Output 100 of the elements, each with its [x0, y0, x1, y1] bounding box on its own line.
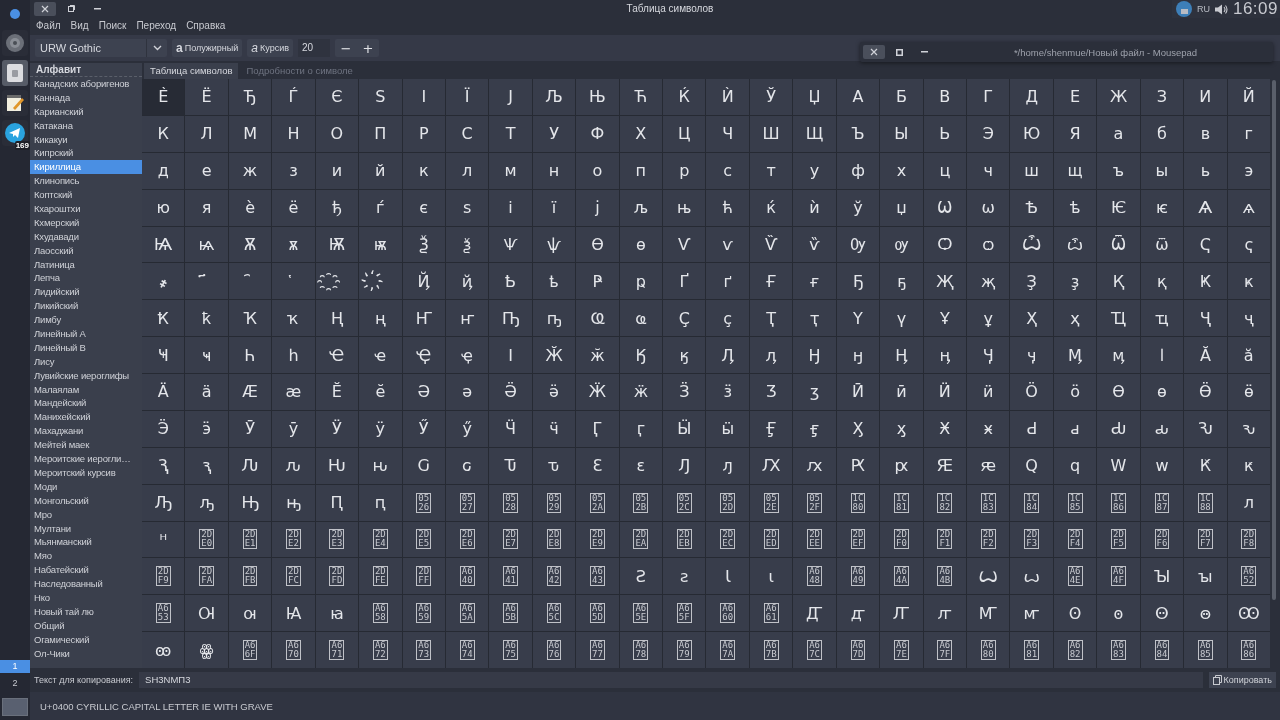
glyph-cell[interactable]: К [142, 115, 185, 152]
script-list-item[interactable]: Кхмерский [30, 215, 142, 230]
glyph-cell[interactable]: В [923, 79, 967, 115]
bold-button[interactable]: a Полужирный [172, 39, 243, 57]
script-list-item[interactable]: Лимбу [30, 313, 142, 328]
glyph-cell[interactable]: ң [359, 300, 402, 337]
missing-glyph-cell[interactable]: 2DE0 [185, 521, 228, 558]
glyph-cell[interactable]: н [532, 152, 576, 189]
missing-glyph-cell[interactable]: A64F [1097, 558, 1140, 595]
script-list-item[interactable]: Монгольский [30, 493, 142, 508]
glyph-cell[interactable]: Ҙ [1010, 263, 1053, 300]
glyph-cell[interactable]: ӄ [663, 337, 706, 373]
glyph-cell[interactable]: җ [967, 263, 1010, 300]
glyph-cell[interactable]: Ќ [663, 79, 706, 115]
glyph-cell[interactable]: д [142, 152, 185, 189]
glyph-cell[interactable]: Н [272, 115, 315, 152]
glyph-cell[interactable]: Т [489, 115, 532, 152]
glyph-cell[interactable]: ԏ [532, 447, 576, 484]
glyph-cell[interactable]: ѧ [1227, 189, 1270, 226]
glyph-cell[interactable]: Ӓ [142, 374, 185, 410]
missing-glyph-cell[interactable]: A660 [706, 595, 749, 632]
glyph-cell[interactable]: Һ [228, 337, 272, 373]
glyph-cell[interactable]: ї [532, 189, 576, 226]
menu-item[interactable]: Файл [36, 19, 61, 31]
missing-glyph-cell[interactable]: 052C [663, 484, 706, 521]
glyph-cell[interactable]: Ү [836, 300, 880, 337]
glyph-cell[interactable]: Ӫ [1184, 374, 1227, 410]
glyph-cell[interactable]: Ҷ [1184, 300, 1227, 337]
missing-glyph-cell[interactable]: 1C80 [836, 484, 880, 521]
glyph-cell[interactable]: ѕ [445, 189, 489, 226]
script-list-item[interactable]: Кхудавади [30, 229, 142, 244]
missing-glyph-cell[interactable]: A65E [619, 595, 663, 632]
glyph-cell[interactable]: ѩ [185, 226, 228, 263]
missing-glyph-cell[interactable]: A652 [1227, 558, 1270, 595]
glyph-cell[interactable]: Ꙇ [706, 558, 749, 595]
missing-glyph-cell[interactable]: 1C84 [1010, 484, 1053, 521]
glyph-cell[interactable]: Ꙭ [1227, 595, 1270, 632]
glyph-cell[interactable]: ҹ [185, 337, 228, 373]
glyph-cell[interactable]: Ҕ [836, 263, 880, 300]
glyph-cell[interactable]: И [1184, 79, 1227, 115]
glyph-cell[interactable]: ҍ [532, 263, 576, 300]
glyph-cell[interactable]: Ԗ [836, 447, 880, 484]
missing-glyph-cell[interactable]: 1C82 [923, 484, 967, 521]
missing-glyph-cell[interactable]: 1C81 [880, 484, 923, 521]
glyph-cell[interactable]: ҁ [1227, 226, 1270, 263]
missing-glyph-cell[interactable]: 2DE1 [228, 521, 272, 558]
glyph-cell[interactable]: ҈ [315, 263, 359, 300]
user-avatar-icon[interactable] [1175, 1, 1192, 17]
workspace-button[interactable]: 2 [0, 677, 30, 690]
glyph-cell[interactable]: ґ [706, 263, 749, 300]
missing-glyph-cell[interactable]: A675 [489, 632, 532, 668]
glyph-cell[interactable]: ԟ [1227, 447, 1270, 484]
glyph-cell[interactable]: ҟ [185, 300, 228, 337]
glyph-cell[interactable]: Ш [749, 115, 793, 152]
glyph-cell[interactable]: ѳ [619, 226, 663, 263]
glyph-cell[interactable]: ъ [1097, 152, 1140, 189]
glyph-cell[interactable]: љ [619, 189, 663, 226]
glyph-cell[interactable]: Ђ [228, 79, 272, 115]
script-list-item[interactable]: Общий [30, 618, 142, 633]
glyph-cell[interactable]: Ӂ [532, 337, 576, 373]
missing-glyph-cell[interactable]: A67C [793, 632, 836, 668]
glyph-cell[interactable]: ҃ [185, 263, 228, 300]
copy-button[interactable]: Копировать [1208, 672, 1276, 688]
glyph-cell[interactable]: ӏ [1140, 337, 1184, 373]
glyph-cell[interactable]: у [793, 152, 836, 189]
glyph-cell[interactable]: з [272, 152, 315, 189]
glyph-cell[interactable]: ӫ [1227, 374, 1270, 410]
glyph-cell[interactable]: ꙧ [1010, 595, 1053, 632]
glyph-cell[interactable]: ю [142, 189, 185, 226]
glyph-cell[interactable]: ӡ [793, 374, 836, 410]
missing-glyph-cell[interactable]: 1C88 [1184, 484, 1227, 521]
glyph-cell[interactable]: ӈ [836, 337, 880, 373]
glyph-cell[interactable]: О [315, 115, 359, 152]
glyph-cell[interactable]: Ҹ [142, 337, 185, 373]
glyph-cell[interactable]: Ԛ [1010, 447, 1053, 484]
glyph-cell[interactable]: Ө [1097, 374, 1140, 410]
glyph-cell[interactable]: Ё [185, 79, 228, 115]
missing-glyph-cell[interactable]: 2DFC [272, 558, 315, 595]
glyph-cell[interactable]: ќ [749, 189, 793, 226]
glyph-cell[interactable]: ү [880, 300, 923, 337]
glyph-cell[interactable]: З [1140, 79, 1184, 115]
glyph-cell[interactable]: Г [967, 79, 1010, 115]
glyph-cell[interactable]: ӊ [923, 337, 967, 373]
glyph-cell[interactable]: Ѩ [142, 226, 185, 263]
glyph-cell[interactable]: Д [1010, 79, 1053, 115]
glyph-cell[interactable]: ꙗ [315, 595, 359, 632]
glyph-cell[interactable]: Ў [749, 79, 793, 115]
glyph-cell[interactable]: ҋ [445, 263, 489, 300]
glyph-cell[interactable]: ӣ [880, 374, 923, 410]
missing-glyph-cell[interactable]: 2DE4 [359, 521, 402, 558]
glyph-cell[interactable]: Ӿ [923, 410, 967, 447]
missing-glyph-cell[interactable]: A67B [749, 632, 793, 668]
missing-glyph-cell[interactable]: A686 [1227, 632, 1270, 668]
missing-glyph-cell[interactable]: 2DE5 [402, 521, 445, 558]
missing-glyph-cell[interactable]: 2DF0 [880, 521, 923, 558]
missing-glyph-cell[interactable]: 2DED [749, 521, 793, 558]
script-list-item[interactable]: Кикакуи [30, 132, 142, 147]
glyph-cell[interactable]: Ҏ [576, 263, 619, 300]
glyph-cell[interactable]: и [315, 152, 359, 189]
glyph-cell[interactable]: ҭ [793, 300, 836, 337]
